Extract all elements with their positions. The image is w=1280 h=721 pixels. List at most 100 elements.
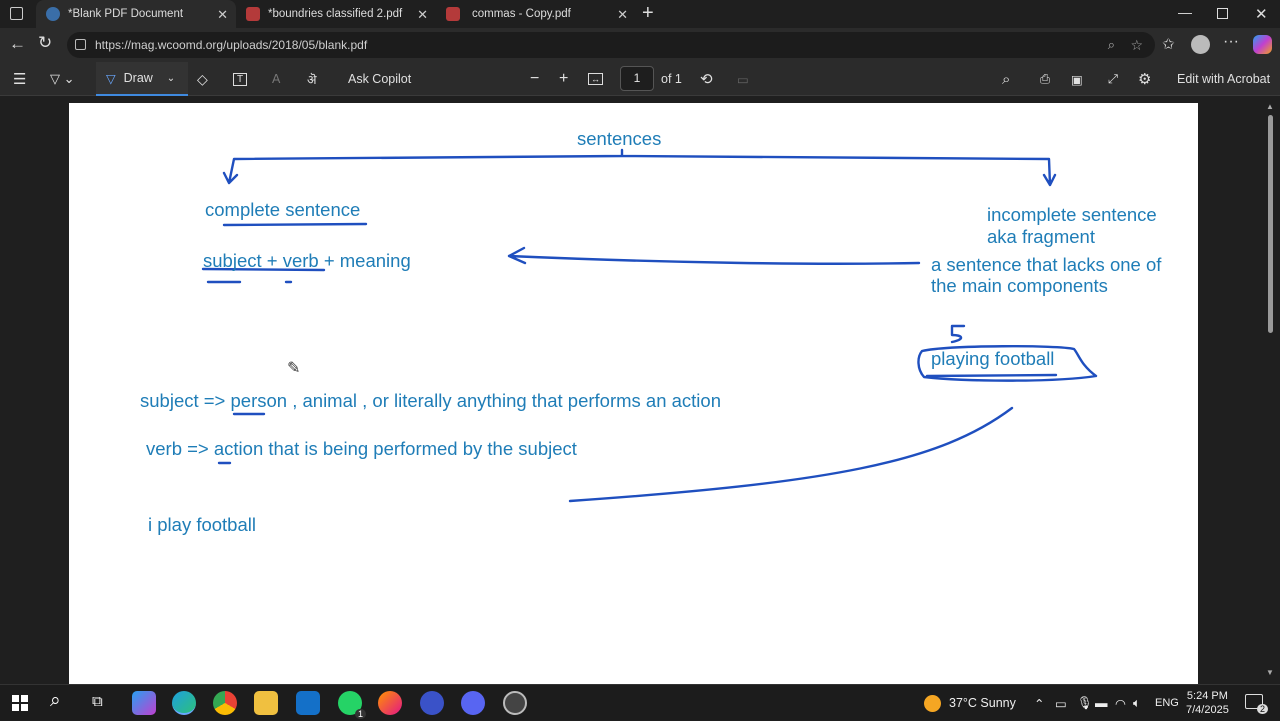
file-explorer-icon[interactable] <box>254 691 278 715</box>
subject-definition-text: subject => person , animal , or literall… <box>140 390 721 411</box>
lacks-components-text-1: a sentence that lacks one of <box>931 254 1162 275</box>
close-tab-icon[interactable]: ✕ <box>217 7 228 23</box>
draw-button[interactable]: ▽ Draw ⌄ <box>96 62 188 96</box>
whatsapp-icon[interactable]: 1 <box>338 691 366 719</box>
scroll-thumb[interactable] <box>1267 115 1273 333</box>
page-number-input[interactable]: 1 <box>620 66 654 91</box>
search-icon[interactable]: ⌕ <box>50 690 61 712</box>
url-field[interactable]: https://mag.wcoomd.org/uploads/2018/05/b… <box>67 32 1155 58</box>
whatsapp-badge: 1 <box>354 709 366 719</box>
weather-text[interactable]: 37°C Sunny <box>949 685 1016 721</box>
windows-start-icon[interactable] <box>12 695 28 711</box>
read-aloud-icon[interactable]: A <box>272 62 280 96</box>
eraser-icon[interactable]: ◇ <box>197 62 208 96</box>
task-view-icon[interactable]: ⧉ <box>92 693 103 710</box>
close-tab-icon[interactable]: ✕ <box>617 7 628 23</box>
copilot-icon[interactable] <box>1253 35 1272 54</box>
five-mark-stroke <box>950 324 966 344</box>
incomplete-sentence-text: incomplete sentence <box>987 204 1157 225</box>
long-curve-stroke <box>568 406 1014 503</box>
clock-date: 7/4/2025 <box>1186 704 1229 716</box>
ask-copilot-label: Ask Copilot <box>348 72 412 86</box>
example-sentence-text: i play football <box>148 514 256 535</box>
edit-acrobat-label: Edit with Acrobat <box>1177 72 1271 86</box>
close-tab-icon[interactable]: ✕ <box>417 7 428 23</box>
camera-icon[interactable]: ▭ <box>1055 685 1067 721</box>
scroll-down-icon[interactable]: ▼ <box>1266 668 1274 677</box>
complete-sentence-text: complete sentence <box>205 199 361 220</box>
address-bar: ← ↻ https://mag.wcoomd.org/uploads/2018/… <box>0 28 1280 62</box>
window-menu-icon[interactable] <box>10 7 23 20</box>
settings-gear-icon[interactable]: ⚙ <box>1138 62 1151 96</box>
fullscreen-icon[interactable]: ⤢ <box>1108 62 1118 96</box>
top-bracket-stroke <box>222 148 1057 187</box>
notification-count: 2 <box>1256 704 1268 714</box>
search-icon[interactable]: ⌕ <box>1002 62 1010 96</box>
underline-complete-stroke <box>222 222 368 227</box>
taskbar: ⌕ ⧉ 1 37°C Sunny ⌃ ▭ 🎙︎ ▬ ◠ 🔈︎ ENG 5:24 … <box>0 684 1280 720</box>
contents-icon[interactable]: ☰ <box>13 62 26 96</box>
firefox-icon[interactable] <box>378 691 402 715</box>
close-window-button[interactable]: ✕ <box>1255 5 1268 23</box>
obs-icon[interactable] <box>503 691 527 715</box>
lacks-components-text-2: the main components <box>931 275 1108 296</box>
notifications-icon[interactable]: 2 <box>1245 694 1268 714</box>
battery-icon[interactable]: ▬ <box>1095 685 1108 721</box>
language-indicator[interactable]: ENG <box>1155 685 1179 721</box>
minimize-button[interactable]: — <box>1178 4 1192 20</box>
discord-icon[interactable] <box>461 691 485 715</box>
page-view-icon[interactable]: ▭ <box>737 62 749 96</box>
sentences-heading: sentences <box>577 128 662 149</box>
edge-icon[interactable] <box>172 691 196 715</box>
refresh-icon[interactable]: ↻ <box>38 33 52 53</box>
clock[interactable]: 5:24 PM 7/4/2025 <box>1186 689 1229 717</box>
pdf-icon <box>246 7 260 21</box>
arrow-to-complete-stroke <box>507 246 921 265</box>
back-icon[interactable]: ← <box>9 34 26 54</box>
tab-boundries[interactable]: *boundries classified 2.pdf ✕ <box>236 0 436 28</box>
tab-commas[interactable]: commas - Copy.pdf ✕ <box>436 0 636 28</box>
zoom-icon[interactable]: ⌕ <box>1108 32 1115 58</box>
translate-icon[interactable]: ऄ <box>307 62 317 96</box>
pdf-page[interactable]: sentences complete sentence subject + ve… <box>69 103 1198 684</box>
tray-chevron-up-icon[interactable]: ⌃ <box>1034 685 1044 721</box>
site-info-icon[interactable] <box>75 39 86 50</box>
scrollbar[interactable]: ▲ ▼ <box>1266 102 1274 677</box>
tab-label: *Blank PDF Document <box>68 8 184 20</box>
pdf-toolbar: ☰ ▽ ⌄ ▽ Draw ⌄ ◇ T A ऄ Ask Copilot − + ↔… <box>0 62 1280 96</box>
tab-blank-pdf[interactable]: *Blank PDF Document ✕ <box>36 0 236 28</box>
outlook-icon[interactable] <box>296 691 320 715</box>
zoom-out-icon[interactable]: − <box>530 62 539 96</box>
scroll-up-icon[interactable]: ▲ <box>1266 102 1274 111</box>
print-icon[interactable]: ⎙ <box>1040 62 1050 96</box>
highlight-icon[interactable]: ▽ ⌄ <box>50 62 75 96</box>
globe-icon <box>46 7 60 21</box>
mic-icon[interactable]: 🎙︎ <box>1077 685 1093 721</box>
copilot-app-icon[interactable] <box>132 691 156 715</box>
speaker-icon[interactable]: 🔈︎ <box>1133 685 1141 721</box>
maximize-button[interactable] <box>1217 8 1228 19</box>
new-tab-button[interactable]: + <box>642 2 654 25</box>
aka-fragment-text: aka fragment <box>987 226 1095 247</box>
save-icon[interactable]: ▣ <box>1071 62 1083 96</box>
edit-with-acrobat-button[interactable]: Edit with Acrobat <box>1177 62 1270 96</box>
word-app-icon[interactable] <box>420 691 444 715</box>
zoom-in-icon[interactable]: + <box>559 62 568 96</box>
wifi-icon[interactable]: ◠ <box>1115 685 1126 721</box>
rotate-icon[interactable]: ⟲ <box>700 62 713 96</box>
weather-sun-icon <box>924 695 941 712</box>
text-box-icon[interactable]: T <box>233 62 248 96</box>
clock-time: 5:24 PM <box>1186 690 1228 702</box>
profile-avatar[interactable] <box>1191 35 1210 54</box>
favorites-icon[interactable]: ✩ <box>1162 35 1175 53</box>
favorite-star-icon[interactable]: ☆ <box>1130 32 1143 58</box>
chevron-down-icon: ⌄ <box>166 72 176 84</box>
pdf-icon <box>446 7 460 21</box>
pdf-viewer: sentences complete sentence subject + ve… <box>0 96 1280 684</box>
more-menu-icon[interactable]: ··· <box>1223 33 1239 51</box>
chrome-icon[interactable] <box>213 691 237 715</box>
verb-definition-text: verb => action that is being performed b… <box>146 438 577 459</box>
ask-copilot-button[interactable]: Ask Copilot <box>348 62 411 96</box>
fit-page-icon[interactable]: ↔ <box>588 62 603 96</box>
tab-label: *boundries classified 2.pdf <box>268 8 403 20</box>
